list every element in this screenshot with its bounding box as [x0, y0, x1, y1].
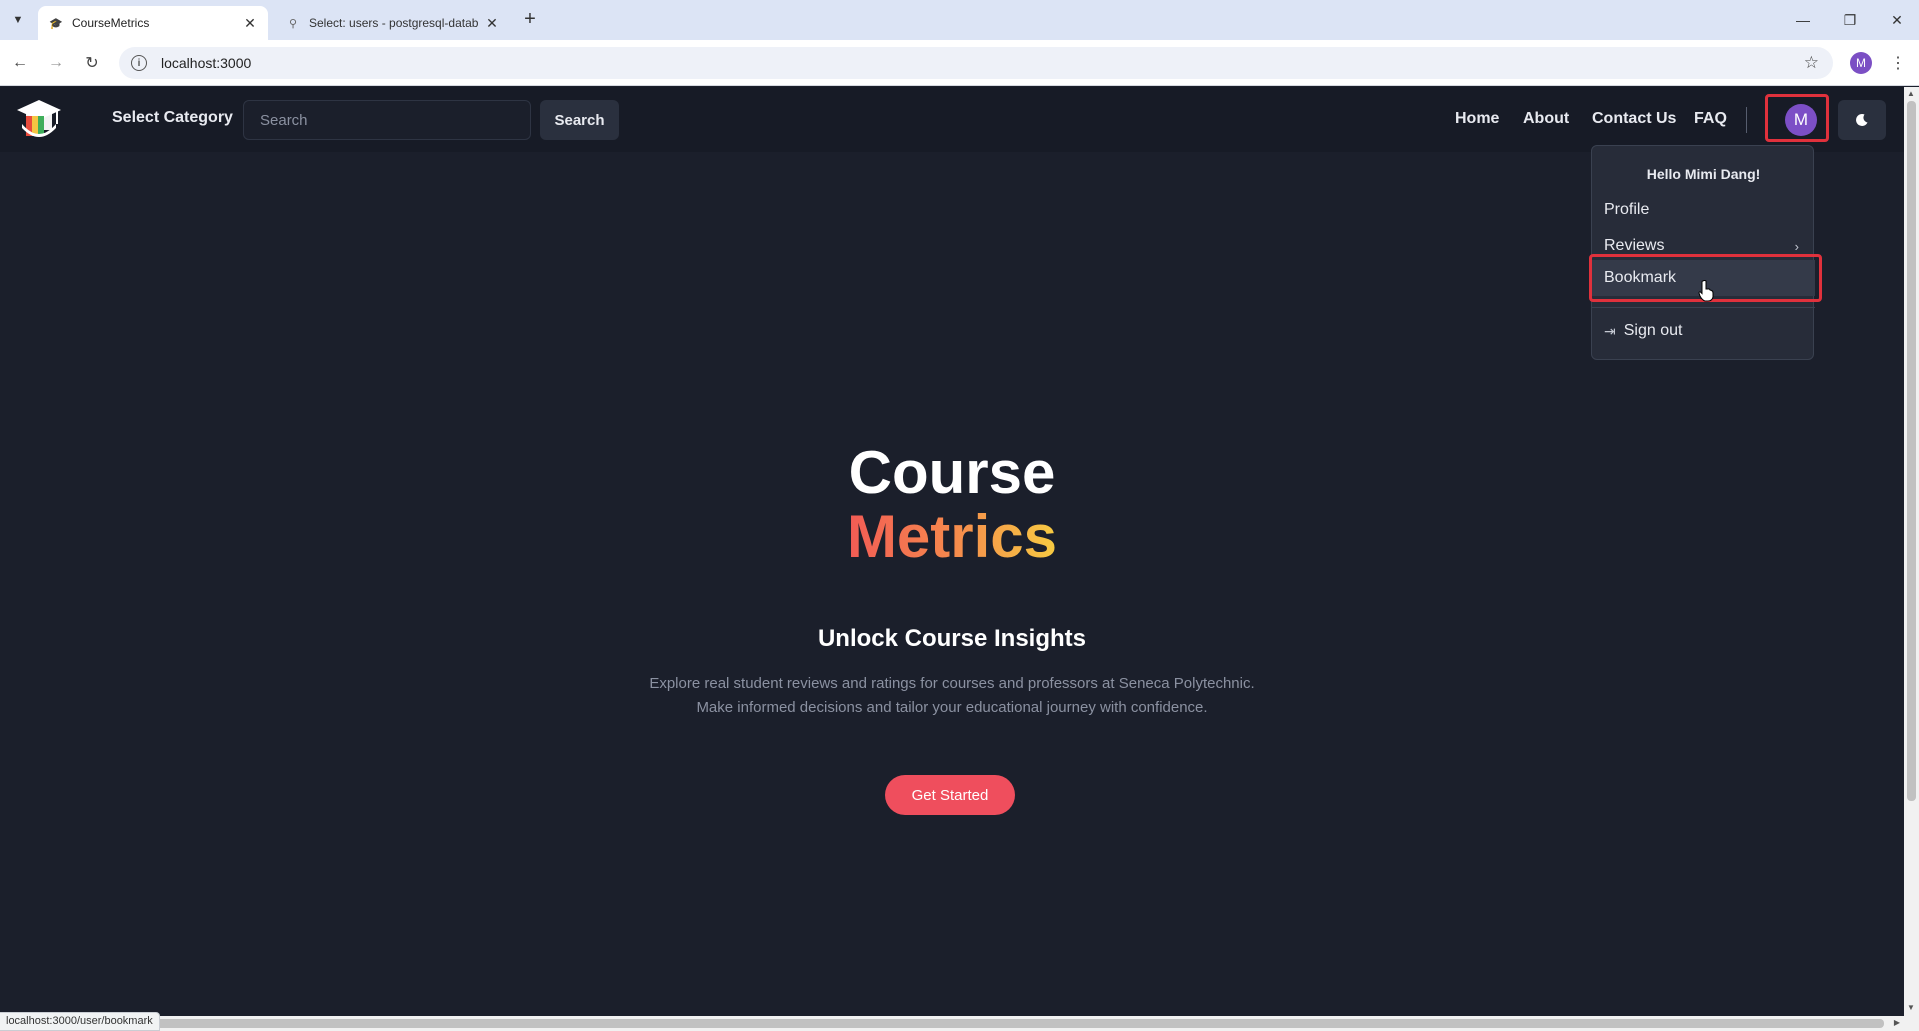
restore-window-icon[interactable]: ❐: [1838, 8, 1862, 32]
graduation-cap-favicon-icon: 🎓: [49, 17, 63, 30]
minimize-icon[interactable]: —: [1791, 8, 1815, 32]
new-tab-plus-icon[interactable]: +: [520, 9, 540, 30]
hero-subtitle: Unlock Course Insights: [817, 625, 1087, 652]
horizontal-scroll-thumb[interactable]: [14, 1019, 1884, 1028]
scroll-up-arrow-icon[interactable]: ▲: [1907, 89, 1915, 98]
hero-title-metrics-text: Metrics: [846, 503, 1058, 570]
hero-title-metrics: Metrics: [0, 507, 1904, 567]
menu-item-label: Sign out: [1623, 322, 1683, 339]
browser-menu-icon[interactable]: ⋮: [1888, 51, 1908, 75]
user-greeting: Hello Mimi Dang!: [1646, 166, 1761, 182]
get-started-button[interactable]: Get Started: [885, 775, 1015, 815]
tab-postgres[interactable]: ⚲ Select: users - postgresql-datab ✕: [275, 6, 510, 40]
hero-description: Explore real student reviews and ratings…: [0, 672, 1904, 720]
nav-link-about[interactable]: About: [1523, 110, 1569, 128]
tab-title: CourseMetrics: [72, 16, 150, 30]
menu-item-profile[interactable]: Profile: [1592, 192, 1815, 228]
user-avatar-button[interactable]: M: [1785, 104, 1817, 136]
page-content: Select Category Search Home About Contac…: [0, 87, 1904, 1016]
horizontal-scrollbar[interactable]: ▶: [0, 1016, 1904, 1031]
hero-description-line: Make informed decisions and tailor your …: [696, 699, 1208, 716]
menu-item-sign-out[interactable]: ⇥ Sign out: [1592, 313, 1815, 349]
scroll-right-arrow-icon[interactable]: ▶: [1894, 1018, 1900, 1027]
avatar-highlight-box: M: [1765, 94, 1829, 142]
nav-link-home[interactable]: Home: [1455, 110, 1499, 128]
menu-item-label: Profile: [1604, 201, 1650, 218]
tab-coursemetrics[interactable]: 🎓 CourseMetrics ✕: [38, 6, 268, 40]
status-bar-url: localhost:3000/user/bookmark: [0, 1012, 160, 1031]
close-tab-icon[interactable]: ✕: [484, 15, 500, 31]
browser-toolbar: ← → ↻ i localhost:3000 ☆ M ⋮: [0, 40, 1919, 86]
user-dropdown-menu: Hello Mimi Dang! Profile Reviews › Bookm…: [1589, 145, 1822, 360]
hero-description-line: Explore real student reviews and ratings…: [649, 675, 1255, 692]
site-info-icon[interactable]: i: [131, 55, 147, 71]
vertical-scroll-thumb[interactable]: [1907, 101, 1916, 801]
tab-list-chevron-icon[interactable]: ▼: [8, 10, 28, 30]
browser-tab-bar: ▼ 🎓 CourseMetrics ✕ ⚲ Select: users - po…: [0, 0, 1919, 40]
url-text: localhost:3000: [161, 55, 252, 71]
hero-title-course: Course: [848, 439, 1056, 506]
nav-divider: [1746, 107, 1747, 133]
dark-mode-toggle[interactable]: [1838, 100, 1886, 140]
nav-link-contact-us[interactable]: Contact Us: [1592, 110, 1676, 128]
database-favicon-icon: ⚲: [288, 17, 298, 30]
moon-icon: [1856, 113, 1868, 126]
search-input[interactable]: [243, 100, 531, 140]
hand-pointer-cursor-icon: [1698, 280, 1714, 302]
graduation-cap-logo-icon[interactable]: [16, 98, 62, 140]
back-arrow-icon[interactable]: ←: [8, 51, 32, 75]
vertical-scrollbar[interactable]: ▲ ▼: [1904, 87, 1919, 1031]
nav-link-faq[interactable]: FAQ: [1694, 110, 1727, 128]
tab-title: Select: users - postgresql-datab: [309, 16, 479, 30]
address-bar[interactable]: i localhost:3000 ☆: [119, 47, 1833, 79]
browser-profile-avatar[interactable]: M: [1850, 52, 1872, 74]
reload-icon[interactable]: ↻: [80, 51, 104, 75]
close-window-icon[interactable]: ✕: [1885, 8, 1909, 32]
search-button[interactable]: Search: [540, 100, 619, 140]
select-category-button[interactable]: Select Category: [112, 109, 233, 127]
menu-divider: [1592, 307, 1815, 308]
bookmark-star-icon[interactable]: ☆: [1804, 53, 1819, 73]
site-navbar: Select Category Search Home About Contac…: [0, 87, 1904, 152]
forward-arrow-icon[interactable]: →: [44, 51, 68, 75]
sign-out-icon: ⇥: [1604, 322, 1616, 339]
menu-item-label: Reviews: [1604, 237, 1665, 254]
close-tab-icon[interactable]: ✕: [242, 15, 258, 31]
chevron-right-icon: ›: [1794, 238, 1799, 254]
scroll-down-arrow-icon[interactable]: ▼: [1907, 1003, 1915, 1012]
